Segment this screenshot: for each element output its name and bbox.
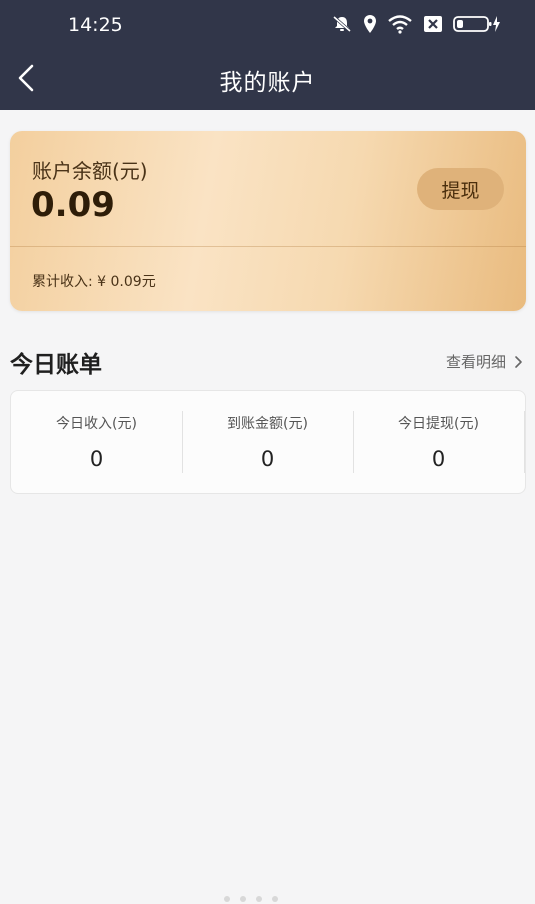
stat-label: 到账金额(元) [227,416,308,432]
stat-received-amount: 到账金额(元) 0 [182,391,353,495]
balance-value: 0.09 [31,185,115,225]
balance-card: 账户余额(元) 0.09 提现 累计收入: ¥ 0.09元 [10,131,526,311]
balance-label: 账户余额(元) [32,159,148,183]
stat-today-withdraw: 今日提现(元) 0 [353,391,524,495]
battery-icon [453,14,501,34]
stat-value: 0 [260,447,275,471]
page-dot [224,896,230,902]
location-icon [363,14,377,34]
chevron-right-icon [515,355,522,368]
page-dot [256,896,262,902]
page-dot [272,896,278,902]
page-dot [240,896,246,902]
card-divider [10,246,526,247]
today-bill-title: 今日账单 [10,352,102,378]
today-stats-card: 今日收入(元) 0 到账金额(元) 0 今日提现(元) 0 [10,390,526,494]
stat-today-income: 今日收入(元) 0 [11,391,182,495]
status-time: 14:25 [68,14,123,36]
app-header: 14:25 我的账户 [0,0,535,110]
mute-icon [331,14,353,34]
stat-divider [524,411,525,473]
page-indicator [224,896,278,902]
stat-value: 0 [89,447,104,471]
view-details-link[interactable]: 查看明细 [446,351,523,372]
total-income: 累计收入: ¥ 0.09元 [32,274,156,290]
stat-label: 今日收入(元) [56,416,137,432]
stat-label: 今日提现(元) [398,416,479,432]
view-details-label: 查看明细 [445,353,506,371]
status-icons [331,14,501,34]
no-sim-icon [423,15,443,33]
stat-value: 0 [431,447,446,471]
withdraw-button[interactable]: 提现 [417,168,504,210]
wifi-icon [387,14,413,34]
page-title: 我的账户 [219,70,316,96]
